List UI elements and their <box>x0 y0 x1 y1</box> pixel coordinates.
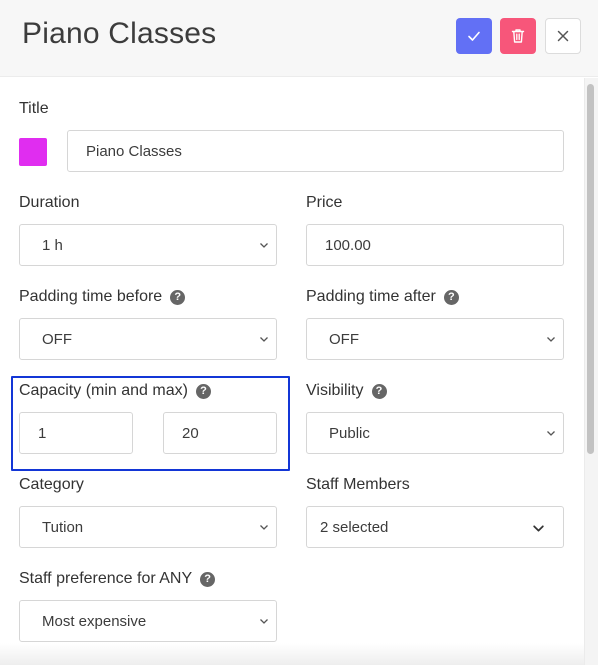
help-icon[interactable]: ? <box>443 289 459 305</box>
help-icon[interactable]: ? <box>195 383 211 399</box>
title-label: Title <box>19 100 49 117</box>
close-button[interactable] <box>545 18 581 54</box>
visibility-label: Visibility ? <box>306 382 387 400</box>
duration-select[interactable]: 1 h <box>19 224 277 266</box>
trash-icon <box>511 29 525 43</box>
title-input[interactable]: Piano Classes <box>67 130 564 172</box>
capacity-min-input[interactable]: 1 <box>19 412 133 454</box>
check-icon <box>468 31 480 41</box>
save-button[interactable] <box>456 18 492 54</box>
bottom-fade <box>0 643 584 665</box>
padding-before-label: Padding time before ? <box>19 288 186 306</box>
help-icon[interactable]: ? <box>371 383 387 399</box>
padding-after-label: Padding time after ? <box>306 288 459 306</box>
staff-preference-label: Staff preference for ANY ? <box>19 570 216 588</box>
capacity-max-input[interactable]: 20 <box>163 412 277 454</box>
chevron-down-icon <box>260 243 268 248</box>
duration-label: Duration <box>19 194 80 211</box>
modal-header: Piano Classes <box>0 0 598 77</box>
padding-before-select[interactable]: OFF <box>19 318 277 360</box>
help-icon[interactable]: ? <box>170 289 186 305</box>
close-icon <box>557 30 569 42</box>
color-picker-swatch[interactable] <box>19 138 47 166</box>
delete-button[interactable] <box>500 18 536 54</box>
staff-members-label: Staff Members <box>306 476 410 493</box>
help-icon[interactable]: ? <box>200 571 216 587</box>
category-label: Category <box>19 476 84 493</box>
chevron-down-icon <box>260 619 268 624</box>
visibility-select[interactable]: Public <box>306 412 564 454</box>
category-select[interactable]: Tution <box>19 506 277 548</box>
staff-preference-select[interactable]: Most expensive <box>19 600 277 642</box>
chevron-down-icon <box>260 525 268 530</box>
scrollbar-thumb[interactable] <box>587 84 594 454</box>
price-label: Price <box>306 194 343 211</box>
padding-after-select[interactable]: OFF <box>306 318 564 360</box>
chevron-down-icon <box>547 431 555 436</box>
modal-body: Title Piano Classes Duration 1 h Price 1… <box>0 78 598 665</box>
chevron-down-icon <box>533 525 544 532</box>
price-input[interactable]: 100.00 <box>306 224 564 266</box>
chevron-down-icon <box>547 337 555 342</box>
staff-members-multiselect[interactable]: 2 selected <box>306 506 564 548</box>
capacity-label: Capacity (min and max) ? <box>19 382 211 400</box>
page-title: Piano Classes <box>22 17 217 50</box>
chevron-down-icon <box>260 337 268 342</box>
scrollbar[interactable] <box>584 78 598 665</box>
